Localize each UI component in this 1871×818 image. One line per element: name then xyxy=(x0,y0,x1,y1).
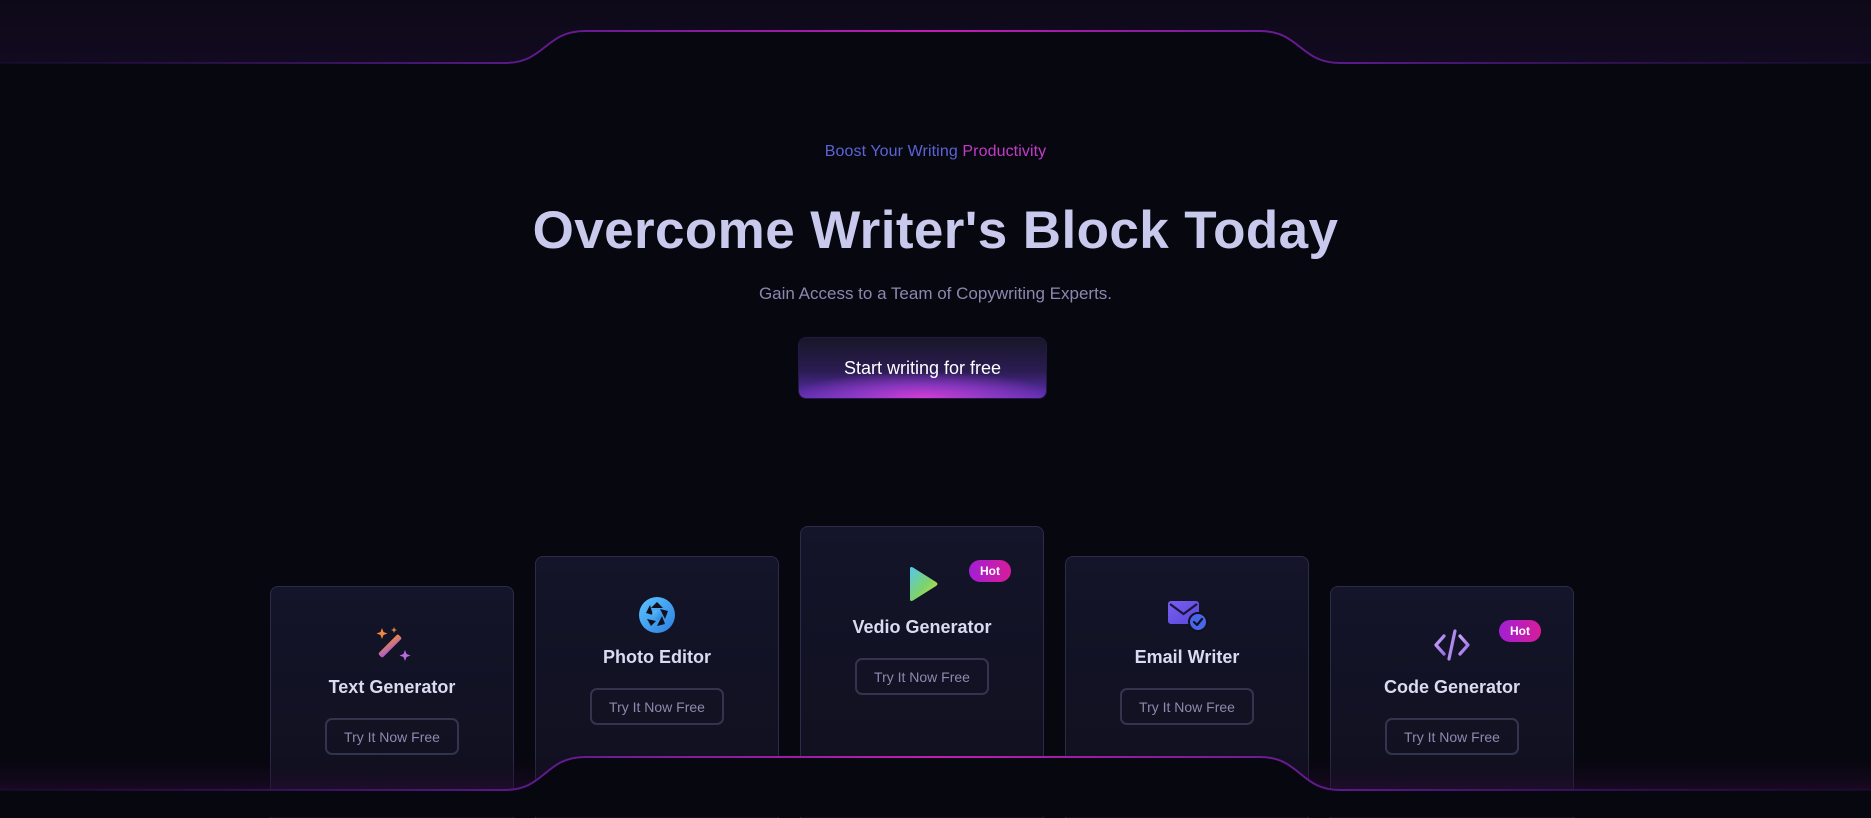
code-brackets-icon xyxy=(1434,629,1470,661)
camera-aperture-icon xyxy=(639,597,675,633)
card-title: Vedio Generator xyxy=(852,617,992,637)
try-it-now-button[interactable]: Try It Now Free xyxy=(855,658,989,695)
top-frame-decoration xyxy=(0,0,1871,64)
play-icon xyxy=(910,567,938,601)
start-writing-button[interactable]: Start writing for free xyxy=(799,338,1046,398)
card-title: Code Generator xyxy=(1383,677,1521,697)
bottom-frame-decoration xyxy=(0,752,1871,817)
hero-eyebrow: Boost Your Writing Productivity xyxy=(0,143,1871,161)
try-it-now-button[interactable]: Try It Now Free xyxy=(325,718,459,755)
eyebrow-text-part2: Productivity xyxy=(962,143,1047,160)
try-it-now-button[interactable]: Try It Now Free xyxy=(1120,688,1254,725)
card-title: Email Writer xyxy=(1134,647,1240,667)
hot-badge: Hot xyxy=(1499,620,1541,642)
envelope-check-icon xyxy=(1168,601,1208,632)
hero-headline: Overcome Writer's Block Today xyxy=(532,201,1339,260)
hero-subhead: Gain Access to a Team of Copywriting Exp… xyxy=(758,284,1113,303)
magic-wand-icon xyxy=(376,627,411,661)
eyebrow-text-part1: Boost Your Writing xyxy=(824,143,963,160)
try-it-now-button[interactable]: Try It Now Free xyxy=(590,688,724,725)
card-title: Text Generator xyxy=(328,677,456,697)
card-title: Photo Editor xyxy=(603,647,711,667)
try-it-now-button[interactable]: Try It Now Free xyxy=(1385,718,1519,755)
hot-badge: Hot xyxy=(969,560,1011,582)
